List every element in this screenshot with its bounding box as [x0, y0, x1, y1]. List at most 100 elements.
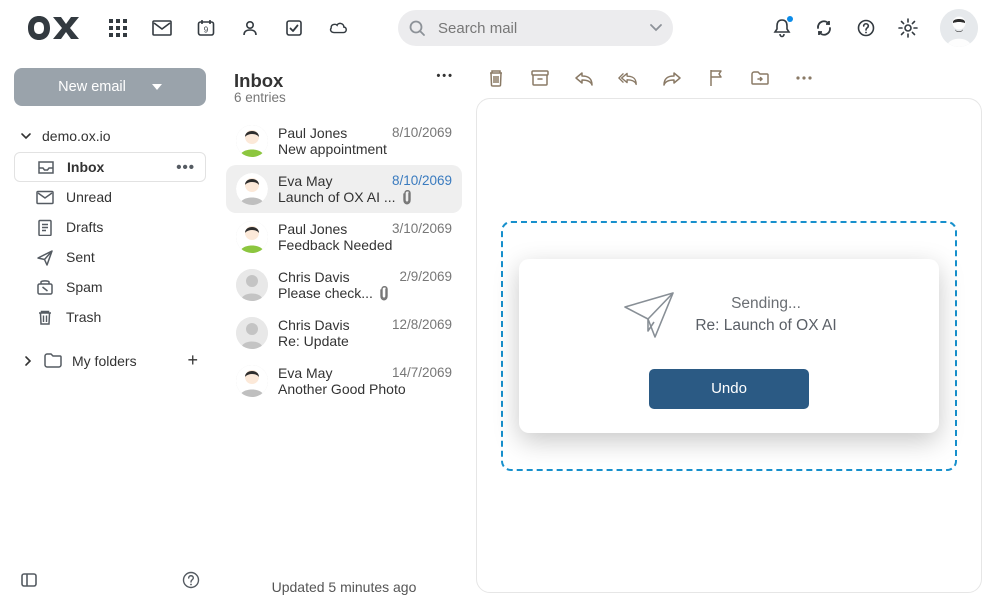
- archive-icon[interactable]: [530, 68, 550, 88]
- my-folders-label: My folders: [72, 353, 137, 369]
- folder-inbox[interactable]: Inbox •••: [14, 152, 206, 182]
- mail-item[interactable]: Eva May 8/10/2069 Launch of OX AI ...: [226, 165, 462, 213]
- sending-card: Sending... Re: Launch of OX AI Undo: [519, 259, 939, 433]
- forward-icon[interactable]: [662, 68, 682, 88]
- folder-drafts[interactable]: Drafts: [14, 212, 206, 242]
- chevron-right-icon: [22, 355, 34, 367]
- avatar: [236, 125, 268, 157]
- mail-sender: Chris Davis: [278, 269, 350, 285]
- mail-item[interactable]: Paul Jones 8/10/2069 New appointment: [226, 117, 462, 165]
- attachment-icon: [379, 285, 389, 301]
- avatar: [236, 269, 268, 301]
- list-footer: Updated 5 minutes ago: [226, 567, 462, 611]
- spam-icon: [36, 278, 54, 296]
- avatar: [236, 365, 268, 397]
- new-email-button[interactable]: New email: [14, 68, 206, 106]
- help-icon[interactable]: [856, 18, 876, 38]
- my-folders-row[interactable]: My folders +: [14, 346, 206, 375]
- mail-date: 12/8/2069: [392, 317, 452, 333]
- mail-date: 14/7/2069: [392, 365, 452, 381]
- list-subtitle: 6 entries: [234, 90, 286, 105]
- topnav: 9: [108, 18, 348, 38]
- search-icon: [408, 19, 426, 37]
- folder-label: Sent: [66, 249, 95, 265]
- calendar-icon[interactable]: 9: [196, 18, 216, 38]
- mail-item[interactable]: Eva May 14/7/2069 Another Good Photo: [226, 357, 462, 405]
- cloud-icon[interactable]: [328, 18, 348, 38]
- mail-sender: Paul Jones: [278, 221, 347, 237]
- account-label: demo.ox.io: [42, 128, 110, 144]
- mail-sender: Chris Davis: [278, 317, 350, 333]
- mail-item[interactable]: Paul Jones 3/10/2069 Feedback Needed: [226, 213, 462, 261]
- apps-icon[interactable]: [108, 18, 128, 38]
- folder-unread[interactable]: Unread: [14, 182, 206, 212]
- user-avatar[interactable]: [940, 9, 978, 47]
- chevron-down-icon: [152, 84, 162, 90]
- mail-toolbar: [476, 64, 982, 98]
- mail-sender: Eva May: [278, 173, 332, 189]
- reply-all-icon[interactable]: [618, 68, 638, 88]
- help-icon[interactable]: [182, 571, 200, 589]
- undo-button[interactable]: Undo: [649, 369, 809, 409]
- account-header[interactable]: demo.ox.io: [14, 124, 206, 148]
- mail-date: 3/10/2069: [392, 221, 452, 237]
- mail-icon: [36, 188, 54, 206]
- mail-date: 2/9/2069: [399, 269, 452, 285]
- folder-more-icon[interactable]: •••: [176, 159, 195, 176]
- search-input[interactable]: [436, 19, 639, 38]
- folder-label: Unread: [66, 189, 112, 205]
- mail-sender: Paul Jones: [278, 125, 347, 141]
- attachment-icon: [402, 189, 412, 205]
- svg-text:9: 9: [204, 26, 209, 35]
- more-icon[interactable]: [794, 68, 814, 88]
- contacts-icon[interactable]: [240, 18, 260, 38]
- paper-plane-icon: [621, 289, 677, 341]
- collapse-sidebar-icon[interactable]: [20, 571, 38, 589]
- mail-item[interactable]: Chris Davis 2/9/2069 Please check...: [226, 261, 462, 309]
- folder-label: Spam: [66, 279, 103, 295]
- logo[interactable]: [26, 15, 86, 41]
- notification-dot: [787, 16, 793, 22]
- chevron-down-icon: [20, 130, 32, 142]
- refresh-icon[interactable]: [814, 18, 834, 38]
- mail-subject: Launch of OX AI ...: [278, 189, 396, 205]
- mail-date: 8/10/2069: [392, 125, 452, 141]
- reply-icon[interactable]: [574, 68, 594, 88]
- mail-icon[interactable]: [152, 18, 172, 38]
- new-email-label: New email: [58, 79, 126, 95]
- avatar: [236, 221, 268, 253]
- move-icon[interactable]: [750, 68, 770, 88]
- mail-subject: Please check...: [278, 285, 373, 301]
- mail-list: Inbox 6 entries ••• Paul Jones 8/10/2069…: [218, 56, 466, 611]
- mail-item[interactable]: Chris Davis 12/8/2069 Re: Update: [226, 309, 462, 357]
- delete-icon[interactable]: [486, 68, 506, 88]
- gear-icon[interactable]: [898, 18, 918, 38]
- avatar: [236, 173, 268, 205]
- mail-subject: Re: Update: [278, 333, 349, 349]
- sending-status: Sending...: [695, 293, 836, 315]
- list-title: Inbox: [234, 70, 286, 92]
- drop-zone: Sending... Re: Launch of OX AI Undo: [501, 221, 957, 471]
- chevron-down-icon[interactable]: [649, 23, 663, 33]
- flag-icon[interactable]: [706, 68, 726, 88]
- trash-icon: [36, 308, 54, 326]
- folder-sent[interactable]: Sent: [14, 242, 206, 272]
- sidebar: New email demo.ox.io Inbox ••• Unread Dr…: [0, 56, 218, 611]
- mail-subject: Another Good Photo: [278, 381, 406, 397]
- avatar: [236, 317, 268, 349]
- folder-icon: [44, 353, 62, 368]
- reading-pane: Sending... Re: Launch of OX AI Undo: [466, 56, 1000, 611]
- list-more-button[interactable]: •••: [436, 70, 454, 82]
- bell-icon[interactable]: [772, 18, 792, 38]
- tasks-icon[interactable]: [284, 18, 304, 38]
- folder-spam[interactable]: Spam: [14, 272, 206, 302]
- sending-subject: Re: Launch of OX AI: [695, 315, 836, 337]
- mail-date: 8/10/2069: [392, 173, 452, 189]
- add-folder-button[interactable]: +: [187, 350, 198, 371]
- rightnav: [772, 9, 978, 47]
- mail-subject: New appointment: [278, 141, 387, 157]
- folder-label: Inbox: [67, 159, 104, 175]
- search-bar[interactable]: [398, 10, 673, 46]
- folder-trash[interactable]: Trash: [14, 302, 206, 332]
- draft-icon: [36, 218, 54, 236]
